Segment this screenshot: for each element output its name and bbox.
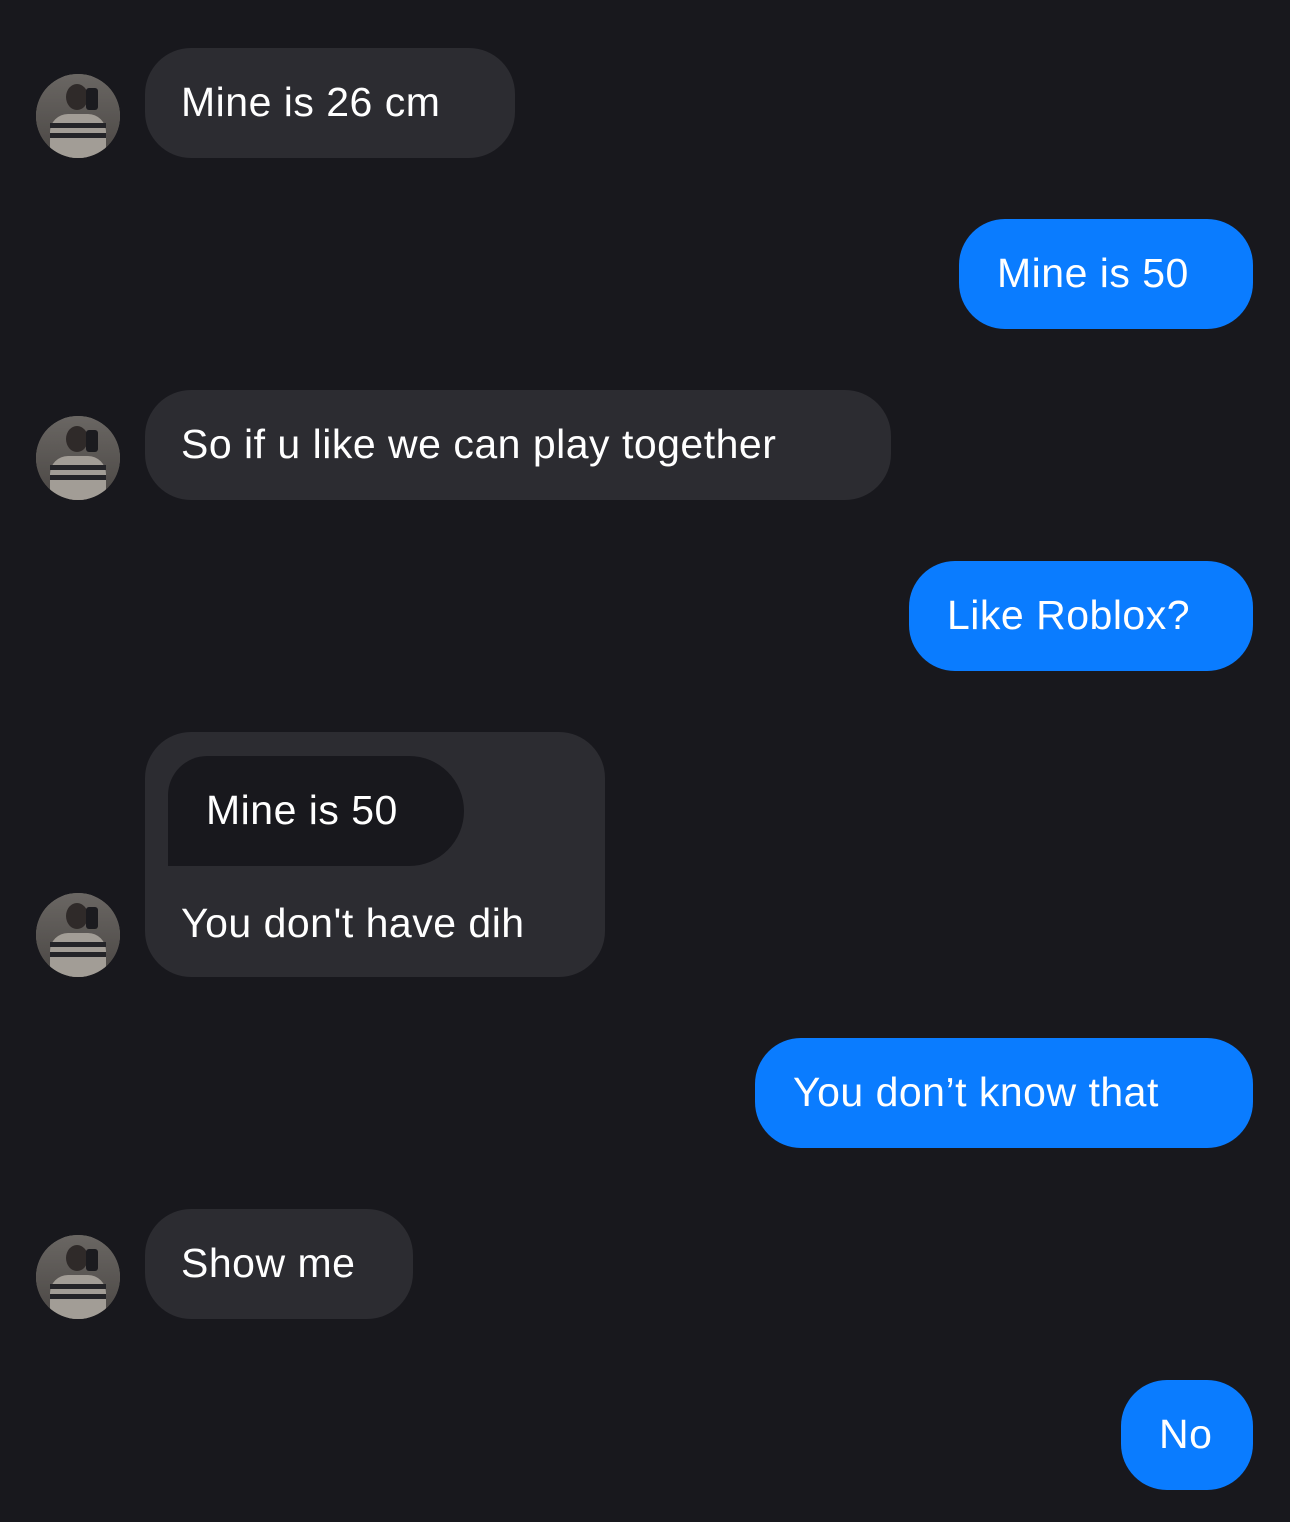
outgoing-message-bubble[interactable]: Mine is 50: [959, 219, 1253, 329]
quoted-message[interactable]: Mine is 50: [168, 756, 464, 866]
message-text: No: [1159, 1411, 1213, 1457]
quoted-message-text: Mine is 50: [206, 787, 398, 833]
message-text: Show me: [181, 1240, 356, 1286]
message-text: Mine is 26 cm: [181, 79, 441, 125]
outgoing-message-bubble[interactable]: No: [1121, 1380, 1253, 1490]
contact-avatar[interactable]: [36, 1235, 120, 1319]
contact-avatar[interactable]: [36, 416, 120, 500]
message-text: You don’t know that: [793, 1069, 1159, 1115]
contact-avatar[interactable]: [36, 74, 120, 158]
message-text: Like Roblox?: [947, 592, 1191, 638]
message-text: You don't have dih: [181, 900, 525, 946]
incoming-reply-bubble[interactable]: Mine is 50 You don't have dih: [145, 732, 605, 977]
incoming-message-bubble[interactable]: Show me: [145, 1209, 413, 1319]
incoming-message-bubble[interactable]: So if u like we can play together: [145, 390, 891, 500]
outgoing-message-bubble[interactable]: Like Roblox?: [909, 561, 1253, 671]
incoming-message-bubble[interactable]: Mine is 26 cm: [145, 48, 515, 158]
contact-avatar[interactable]: [36, 893, 120, 977]
message-text: Mine is 50: [997, 250, 1189, 296]
chat-thread[interactable]: Mine is 26 cm Mine is 50 So if u like we…: [0, 0, 1290, 1522]
outgoing-message-bubble[interactable]: You don’t know that: [755, 1038, 1253, 1148]
message-text: So if u like we can play together: [181, 421, 777, 467]
